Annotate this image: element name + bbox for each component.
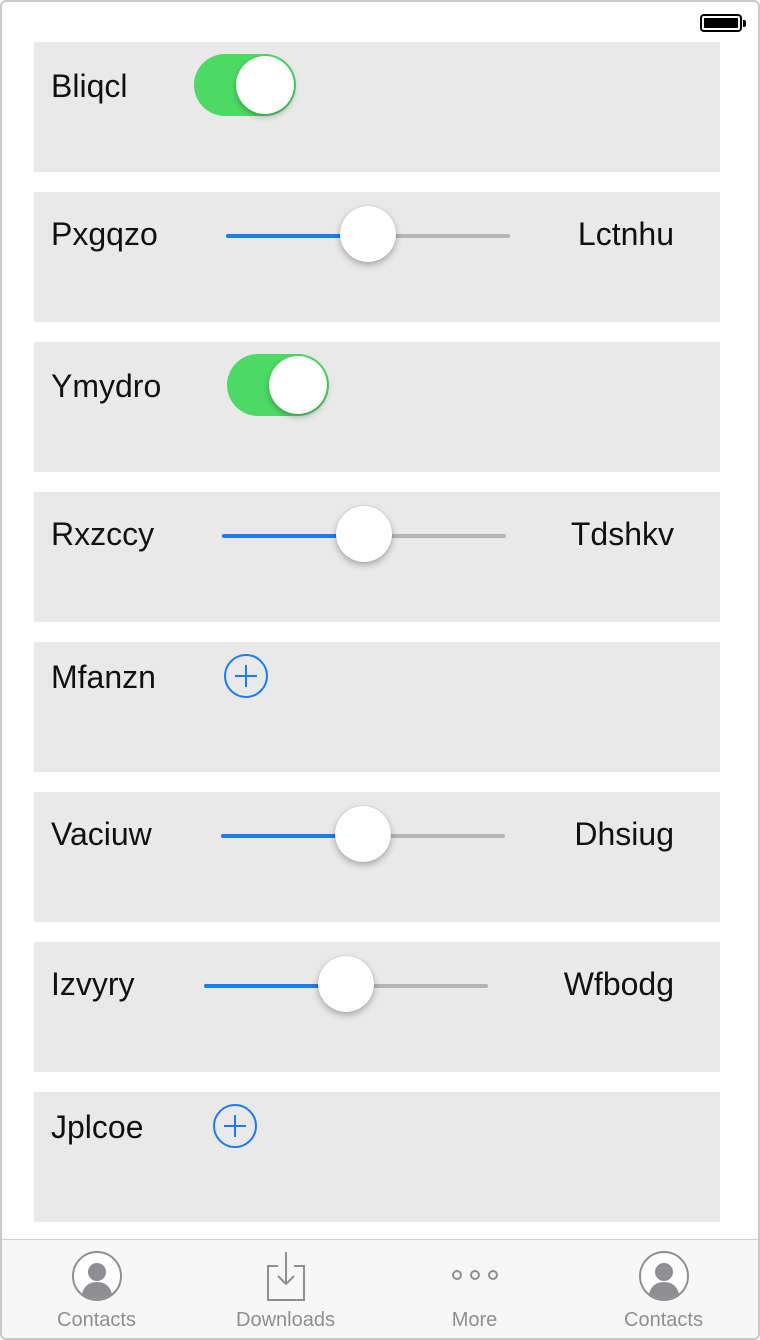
tab-contacts[interactable]: Contacts — [2, 1240, 191, 1338]
add-circle-icon[interactable] — [224, 654, 268, 698]
row-label: Rxzccy — [51, 516, 155, 552]
tab-label: Contacts — [624, 1309, 703, 1331]
status-bar — [2, 2, 758, 42]
row-label: Mfanzn — [51, 659, 156, 695]
toggle-switch[interactable] — [227, 354, 329, 416]
slider-value-label: Wfbodg — [563, 966, 674, 1002]
slider[interactable] — [222, 506, 506, 562]
row-rxzccy: Rxzccy Tdshkv — [34, 492, 720, 622]
row-label: Pxgqzo — [51, 216, 158, 252]
row-jplcoe: Jplcoe — [34, 1092, 720, 1222]
downloads-icon — [266, 1252, 305, 1301]
tab-bar: Contacts Downloads More Contacts — [2, 1239, 758, 1338]
row-label: Bliqcl — [51, 68, 128, 104]
settings-list: Bliqcl Pxgqzo Lctnhu Ymydro Rxzccy Tdshk… — [34, 42, 720, 1242]
tab-label: More — [451, 1309, 498, 1331]
toggle-knob — [269, 356, 327, 414]
more-icon — [451, 1270, 498, 1280]
tab-downloads[interactable]: Downloads — [191, 1240, 380, 1338]
row-izvyry: Izvyry Wfbodg — [34, 942, 720, 1072]
toggle-knob — [236, 56, 294, 114]
slider-value-label: Tdshkv — [570, 516, 674, 552]
slider-thumb[interactable] — [340, 206, 396, 262]
slider-value-label: Dhsiug — [574, 816, 674, 852]
contacts-icon — [638, 1251, 689, 1301]
slider[interactable] — [221, 806, 505, 862]
row-label: Jplcoe — [51, 1109, 144, 1145]
row-label: Vaciuw — [51, 816, 152, 852]
row-pxgqzo: Pxgqzo Lctnhu — [34, 192, 720, 322]
row-ymydro: Ymydro — [34, 342, 720, 472]
slider-value-label: Lctnhu — [577, 216, 674, 252]
tab-label: Contacts — [57, 1309, 136, 1331]
tab-more[interactable]: More — [380, 1240, 569, 1338]
slider[interactable] — [204, 956, 488, 1012]
tab-contacts-2[interactable]: Contacts — [569, 1240, 758, 1338]
toggle-switch[interactable] — [194, 54, 296, 116]
slider-thumb[interactable] — [318, 956, 374, 1012]
battery-full-icon — [700, 14, 746, 32]
row-vaciuw: Vaciuw Dhsiug — [34, 792, 720, 922]
row-mfanzn: Mfanzn — [34, 642, 720, 772]
slider-thumb[interactable] — [336, 506, 392, 562]
contacts-icon — [71, 1251, 122, 1301]
add-circle-icon[interactable] — [213, 1104, 257, 1148]
slider[interactable] — [226, 206, 510, 262]
slider-thumb[interactable] — [335, 806, 391, 862]
tab-label: Downloads — [236, 1309, 335, 1331]
row-label: Ymydro — [51, 368, 162, 404]
app-window: Bliqcl Pxgqzo Lctnhu Ymydro Rxzccy Tdshk… — [0, 0, 760, 1340]
row-bliqcl: Bliqcl — [34, 42, 720, 172]
row-label: Izvyry — [51, 966, 135, 1002]
